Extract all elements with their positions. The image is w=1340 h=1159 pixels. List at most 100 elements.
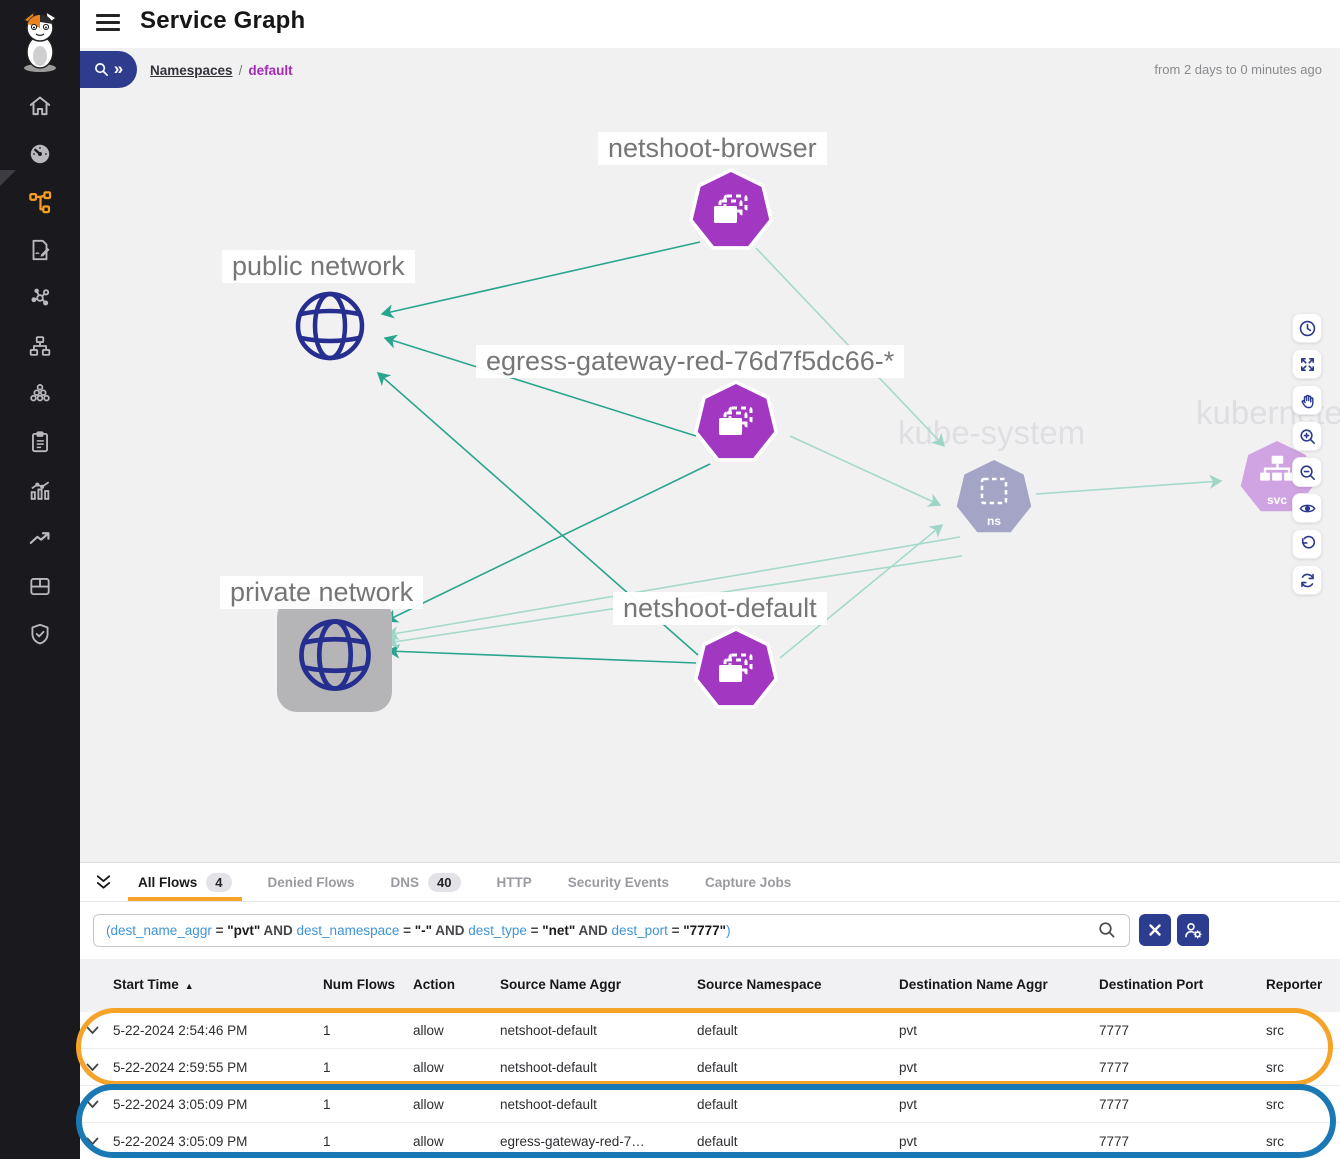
page-title: Service Graph (140, 7, 305, 35)
node-netshoot-default[interactable] (693, 627, 779, 713)
tab-all-flows[interactable]: All Flows 4 (120, 863, 250, 901)
column-header-action[interactable]: Action (413, 977, 500, 994)
cell-source-name-aggr: egress-gateway-red-7… (500, 1134, 697, 1149)
service-graph-page: Service Graph (0, 0, 1340, 1159)
filter-segment: "net" (542, 923, 575, 938)
column-header-source-name-aggr[interactable]: Source Name Aggr (500, 977, 697, 994)
zoom-in-button[interactable] (1292, 421, 1322, 451)
cell-reporter: src (1266, 1023, 1340, 1038)
tab-label: All Flows (138, 875, 197, 890)
cell-num-flows: 1 (323, 1134, 413, 1149)
menu-icon[interactable] (96, 14, 120, 34)
selected-node-highlight (277, 597, 392, 712)
calico-cat-logo (12, 8, 68, 74)
top-header: Service Graph (0, 0, 1340, 48)
filter-segment: = (527, 923, 542, 938)
node-private-network[interactable] (277, 597, 392, 712)
sidebar-item-home[interactable] (0, 82, 80, 130)
column-header-start-time[interactable]: Start Time▲ (113, 977, 323, 994)
flow-table-row[interactable]: 5-22-2024 3:05:09 PM1allownetshoot-defau… (80, 1086, 1340, 1123)
filter-segment: "pvt" (227, 923, 260, 938)
column-header-destination-name-aggr[interactable]: Destination Name Aggr (899, 977, 1099, 994)
filter-segment: = (212, 923, 227, 938)
service-graph-canvas[interactable]: kube-system kubernetes (80, 90, 1340, 862)
node-label-public-network[interactable]: public network (222, 250, 415, 283)
tab-count-badge: 4 (206, 873, 231, 892)
node-label-egress-gateway[interactable]: egress-gateway-red-76d7f5dc66-* (476, 345, 904, 378)
cell-reporter: src (1266, 1134, 1340, 1149)
flow-table-row[interactable]: 5-22-2024 2:59:55 PM1allownetshoot-defau… (80, 1049, 1340, 1086)
pan-button[interactable] (1292, 385, 1322, 415)
policy-document-icon (27, 237, 53, 263)
node-public-network[interactable] (288, 284, 372, 373)
tab-security-events[interactable]: Security Events (550, 863, 687, 901)
sidebar-item-security[interactable] (0, 610, 80, 658)
collapse-panel-button[interactable] (94, 873, 113, 896)
flow-filter-input[interactable]: (dest_name_aggr = "pvt" AND dest_namespa… (93, 914, 1130, 947)
column-header-source-namespace[interactable]: Source Namespace (697, 977, 899, 994)
cell-start-time: 5-22-2024 2:59:55 PM (113, 1060, 323, 1075)
sidebar-item-clusters[interactable] (0, 370, 80, 418)
node-label-netshoot-browser[interactable]: netshoot-browser (598, 132, 827, 165)
undo-layout-button[interactable] (1292, 529, 1322, 559)
filter-segment: dest_namespace (297, 923, 400, 938)
undo-icon (1298, 535, 1317, 554)
network-molecule-icon (27, 285, 53, 311)
zoom-out-button[interactable] (1292, 457, 1322, 487)
expand-row-button[interactable] (80, 1026, 113, 1035)
breadcrumb-namespaces-link[interactable]: Namespaces (150, 63, 233, 78)
sidebar-item-compliance[interactable] (0, 418, 80, 466)
graph-search-pill[interactable]: » (80, 51, 137, 88)
node-label-private-network[interactable]: private network (220, 576, 423, 609)
sort-ascending-icon: ▲ (185, 981, 194, 991)
tab-capture-jobs[interactable]: Capture Jobs (687, 863, 809, 901)
hierarchy-icon (27, 333, 53, 359)
sidebar-item-service-graph[interactable] (0, 178, 80, 226)
fit-screen-button[interactable] (1292, 349, 1322, 379)
graph-toolbar (1292, 313, 1322, 595)
sidebar-item-trends[interactable] (0, 514, 80, 562)
expand-row-button[interactable] (80, 1063, 113, 1072)
flow-table-row[interactable]: 5-22-2024 2:54:46 PM1allownetshoot-defau… (80, 1012, 1340, 1049)
column-header-num-flows[interactable]: Num Flows (323, 977, 413, 994)
tab-label: Denied Flows (268, 875, 355, 890)
flow-table-row[interactable]: 5-22-2024 3:05:09 PM1allowegress-gateway… (80, 1123, 1340, 1159)
cell-dest-name-aggr: pvt (899, 1097, 1099, 1112)
chevron-down-icon (86, 1137, 99, 1146)
cell-num-flows: 1 (323, 1097, 413, 1112)
time-settings-button[interactable] (1292, 313, 1322, 343)
user-settings-button[interactable] (1177, 914, 1209, 946)
tab-dns[interactable]: DNS40 (373, 863, 479, 901)
sidebar-item-policies[interactable] (0, 226, 80, 274)
expand-row-button[interactable] (80, 1137, 113, 1146)
filter-search-icon[interactable] (1098, 921, 1116, 939)
node-kube-system[interactable]: ns (956, 460, 1032, 536)
clear-filter-button[interactable] (1139, 914, 1171, 946)
node-netshoot-browser[interactable] (688, 168, 774, 254)
column-header-reporter[interactable]: Reporter (1266, 977, 1340, 994)
flows-table-body: 5-22-2024 2:54:46 PM1allownetshoot-defau… (80, 1012, 1340, 1159)
double-chevron-down-icon (94, 873, 113, 891)
cell-num-flows: 1 (323, 1023, 413, 1038)
sidebar-item-dashboard[interactable] (0, 130, 80, 178)
node-egress-gateway[interactable] (693, 380, 779, 466)
sidebar-item-network-sets[interactable] (0, 274, 80, 322)
storage-box-icon (27, 573, 53, 599)
refresh-button[interactable] (1292, 565, 1322, 595)
sidebar-item-flow-hierarchy[interactable] (0, 322, 80, 370)
zoom-out-icon (1298, 463, 1317, 482)
cell-source-namespace: default (697, 1097, 899, 1112)
service-graph-icon (27, 189, 54, 216)
tab-denied-flows[interactable]: Denied Flows (250, 863, 373, 901)
cell-start-time: 5-22-2024 3:05:09 PM (113, 1097, 323, 1112)
hand-icon (1298, 391, 1317, 410)
node-tag-ns: ns (956, 514, 1032, 528)
node-label-netshoot-default[interactable]: netshoot-default (613, 592, 827, 625)
sidebar-item-statistics[interactable] (0, 466, 80, 514)
filter-segment: AND (432, 923, 468, 938)
column-header-destination-port[interactable]: Destination Port (1099, 977, 1266, 994)
expand-row-button[interactable] (80, 1100, 113, 1109)
sidebar-item-storage[interactable] (0, 562, 80, 610)
visibility-button[interactable] (1292, 493, 1322, 523)
tab-http[interactable]: HTTP (479, 863, 550, 901)
